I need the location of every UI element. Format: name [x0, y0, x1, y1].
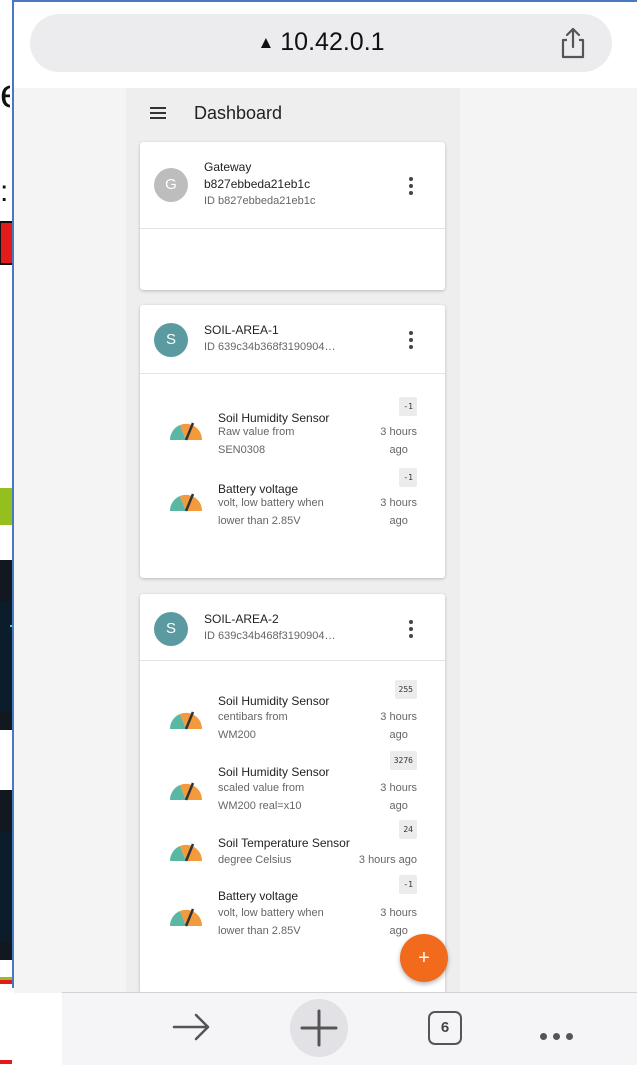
sensor-name: Soil Humidity Sensor [218, 765, 330, 779]
card-id: ID 639c34b468f3190904… [204, 630, 336, 642]
sensor-description: scaled value from WM200 real=x10 [218, 782, 305, 812]
sensor-row[interactable]: Soil Humidity Sensor centibars from WM200… [140, 680, 445, 754]
sensor-row[interactable]: Battery voltage volt, low battery when lo… [140, 875, 445, 951]
card-id: ID 639c34b368f3190904… [204, 341, 336, 353]
sensor-value-badge: 24 [399, 820, 417, 839]
app-bar: Dashboard [146, 96, 446, 132]
warning-icon: ▲ [257, 33, 275, 52]
gauge-icon [169, 908, 203, 927]
sensor-value-badge: -1 [399, 875, 417, 894]
gauge-icon [169, 711, 203, 730]
sensor-timestamp: 3 hours ago [358, 854, 417, 866]
sensor-timestamp: 3 hours ago [380, 497, 417, 527]
sensor-timestamp: 3 hours ago [380, 426, 417, 456]
address-bar[interactable]: ▲ 10.42.0.1 [30, 14, 612, 72]
avatar: S [154, 323, 188, 357]
sensor-name: Soil Temperature Sensor [218, 836, 350, 850]
sensor-name: Soil Humidity Sensor [218, 694, 330, 708]
tab-switcher-button[interactable]: 6 [428, 1011, 462, 1045]
sensor-row[interactable]: Soil Humidity Sensor scaled value from WM… [140, 751, 445, 825]
add-fab-button[interactable]: + [400, 934, 448, 982]
new-tab-button[interactable] [290, 999, 348, 1057]
device-card-soil-area-1[interactable]: S SOIL-AREA-1 ID 639c34b368f3190904… Soi… [140, 305, 445, 578]
sensor-timestamp: 3 hours ago [380, 782, 417, 812]
sensor-description: volt, low battery when lower than 2.85V [218, 497, 324, 527]
browser-toolbar: 6 [62, 992, 637, 1065]
url-display[interactable]: ▲ 10.42.0.1 [30, 28, 612, 57]
plus-icon [300, 1009, 338, 1047]
card-subtitle: b827ebbeda21eb1c [204, 177, 311, 191]
arrow-forward-icon[interactable] [170, 1009, 214, 1045]
more-horiz-icon[interactable] [540, 1027, 579, 1045]
sensor-description: Raw value from SEN0308 [218, 426, 295, 456]
sensor-timestamp: 3 hours ago [380, 907, 417, 937]
sensor-value-badge: -1 [399, 468, 417, 487]
sensor-description: centibars from WM200 [218, 711, 288, 741]
gateway-card[interactable]: G Gateway b827ebbeda21eb1c ID b827ebbeda… [140, 142, 445, 290]
gauge-icon [169, 782, 203, 801]
hamburger-menu-icon[interactable] [150, 107, 166, 119]
sensor-value-badge: 3276 [389, 751, 417, 770]
card-title: SOIL-AREA-1 [204, 323, 279, 337]
sensor-name: Battery voltage [218, 889, 299, 903]
slide-text-fragment: e [0, 72, 10, 117]
sensor-value-badge: 255 [394, 680, 417, 699]
sensor-row[interactable]: Battery voltage volt, low battery when lo… [140, 468, 445, 536]
card-id: ID b827ebbeda21eb1c [204, 195, 316, 207]
card-header: S SOIL-AREA-1 ID 639c34b368f3190904… [140, 305, 445, 374]
sensor-value-badge: -1 [399, 397, 417, 416]
sensor-description: degree Celsius [218, 854, 292, 866]
more-vert-icon[interactable] [409, 620, 413, 641]
sensor-row[interactable]: Soil Humidity Sensor Raw value from SEN03… [140, 397, 445, 465]
card-header: G Gateway b827ebbeda21eb1c ID b827ebbeda… [140, 142, 445, 229]
device-card-soil-area-2[interactable]: S SOIL-AREA-2 ID 639c34b468f3190904… Soi… [140, 594, 445, 994]
card-title: SOIL-AREA-2 [204, 612, 279, 626]
page-title: Dashboard [194, 103, 283, 123]
sensor-description: volt, low battery when lower than 2.85V [218, 907, 324, 937]
card-header: S SOIL-AREA-2 ID 639c34b468f3190904… [140, 594, 445, 661]
url-text: 10.42.0.1 [280, 28, 385, 56]
gauge-icon [169, 422, 203, 441]
more-vert-icon[interactable] [409, 331, 413, 352]
phone-frame-edge [12, 0, 637, 2]
card-title: Gateway [204, 160, 252, 174]
sensor-timestamp: 3 hours ago [380, 711, 417, 741]
gauge-icon [169, 493, 203, 512]
avatar: S [154, 612, 188, 646]
gauge-icon [169, 843, 203, 862]
more-vert-icon[interactable] [409, 177, 413, 198]
share-icon[interactable] [558, 26, 588, 60]
avatar: G [154, 168, 188, 202]
